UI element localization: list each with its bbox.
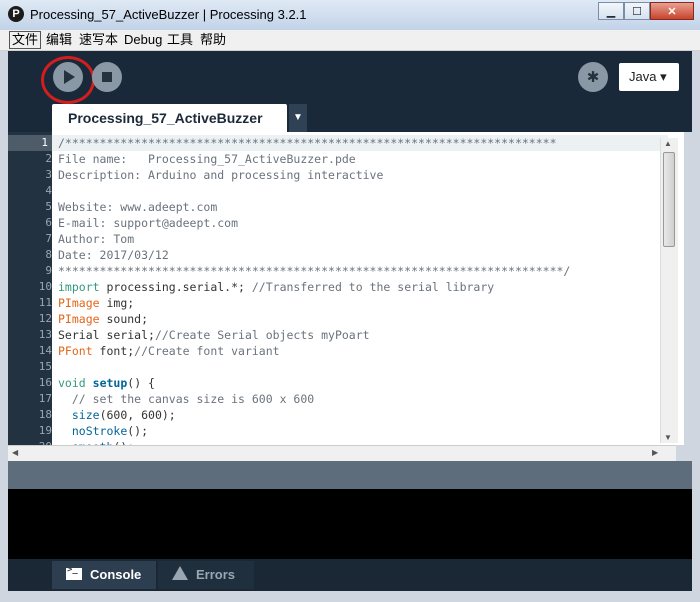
- code-line: Website: www.adeept.com: [58, 200, 218, 214]
- code-line: /***************************************…: [58, 136, 557, 150]
- line-number: 18: [38, 408, 52, 421]
- menu-bar: 文件 编辑 速写本 Debug 工具 帮助: [0, 30, 700, 51]
- code-line: size(600, 600);: [71, 408, 176, 422]
- menu-tools[interactable]: 工具: [165, 32, 195, 48]
- menu-sketch[interactable]: 速写本: [77, 32, 120, 48]
- processing-logo-icon: P: [8, 6, 24, 22]
- code-line: PImage img;: [58, 296, 135, 310]
- menu-help[interactable]: 帮助: [198, 32, 228, 48]
- sketch-tab[interactable]: Processing_57_ActiveBuzzer: [52, 104, 287, 132]
- scroll-down-arrow-icon[interactable]: ▼: [664, 433, 672, 442]
- line-number: 4: [45, 184, 52, 197]
- line-number: 11: [38, 296, 52, 309]
- code-line: Serial serial;//Create Serial objects my…: [58, 328, 370, 342]
- scroll-right-arrow-icon[interactable]: ▶: [652, 448, 658, 457]
- code-line: PImage sound;: [58, 312, 149, 326]
- code-line: Date: 2017/03/12: [58, 248, 169, 262]
- line-number: 7: [45, 232, 52, 245]
- line-number: 1: [8, 135, 52, 151]
- maximize-button[interactable]: ☐: [624, 2, 650, 20]
- code-line: ****************************************…: [58, 264, 571, 278]
- vertical-scrollbar[interactable]: ▲ ▼: [660, 138, 678, 443]
- errors-tab[interactable]: Errors: [158, 561, 254, 589]
- line-number: 12: [38, 312, 52, 325]
- line-number: 6: [45, 216, 52, 229]
- footer-tabs: Console Errors: [8, 559, 692, 591]
- line-number: 14: [38, 344, 52, 357]
- console-output: [8, 489, 692, 559]
- console-icon: [66, 565, 82, 580]
- console-tab-label: Console: [90, 567, 142, 582]
- code-line: import processing.serial.*; //Transferre…: [58, 280, 495, 294]
- code-line: Author: Tom: [58, 232, 135, 246]
- line-number: 5: [45, 200, 52, 213]
- window-controls: ▁ ☐ ✕: [598, 2, 694, 20]
- status-bar: [8, 461, 692, 489]
- errors-tab-label: Errors: [196, 567, 236, 582]
- line-number: 13: [38, 328, 52, 341]
- code-line: File name: Processing_57_ActiveBuzzer.pd…: [58, 152, 356, 166]
- scroll-up-arrow-icon[interactable]: ▲: [664, 139, 672, 148]
- console-tab[interactable]: Console: [52, 561, 156, 589]
- line-number: 2: [45, 152, 52, 165]
- minimize-button[interactable]: ▁: [598, 2, 624, 20]
- code-editor[interactable]: 1 2 3 4 5 6 7 8 9 10 11 12 13 14 15 16 1…: [8, 132, 684, 445]
- line-number: 8: [45, 248, 52, 261]
- tab-menu-button[interactable]: ▼: [289, 104, 307, 132]
- mode-selector[interactable]: Java ▾: [619, 63, 679, 91]
- code-line: noStroke();: [71, 424, 149, 438]
- menu-edit[interactable]: 编辑: [44, 32, 74, 48]
- highlight-circle: [41, 56, 95, 104]
- line-number: 3: [45, 168, 52, 181]
- window-title: Processing_57_ActiveBuzzer | Processing …: [30, 7, 307, 22]
- menu-debug[interactable]: Debug: [122, 32, 164, 48]
- warning-icon: [172, 566, 188, 580]
- line-number: 17: [38, 392, 52, 405]
- window-title-bar: P Processing_57_ActiveBuzzer | Processin…: [0, 0, 700, 31]
- code-line: void setup() {: [58, 376, 155, 390]
- stop-button[interactable]: [92, 62, 122, 92]
- code-line: E-mail: support@adeept.com: [58, 216, 239, 230]
- code-line: Description: Arduino and processing inte…: [58, 168, 384, 182]
- line-number-gutter: 1 2 3 4 5 6 7 8 9 10 11 12 13 14 15 16 1…: [8, 132, 52, 445]
- line-number: 16: [38, 376, 52, 389]
- line-number: 15: [38, 360, 52, 373]
- line-number: 19: [38, 424, 52, 437]
- code-line: // set the canvas size is 600 x 600: [71, 392, 315, 406]
- line-number: 9: [45, 264, 52, 277]
- code-line: PFont font;//Create font variant: [58, 344, 280, 358]
- scroll-left-arrow-icon[interactable]: ◀: [12, 448, 18, 457]
- debug-button[interactable]: ✱: [578, 62, 608, 92]
- horizontal-scrollbar[interactable]: ◀ ▶: [8, 445, 676, 462]
- menu-file[interactable]: 文件: [9, 31, 42, 49]
- scroll-thumb[interactable]: [663, 152, 675, 247]
- close-button[interactable]: ✕: [650, 2, 694, 20]
- line-number: 10: [38, 280, 52, 293]
